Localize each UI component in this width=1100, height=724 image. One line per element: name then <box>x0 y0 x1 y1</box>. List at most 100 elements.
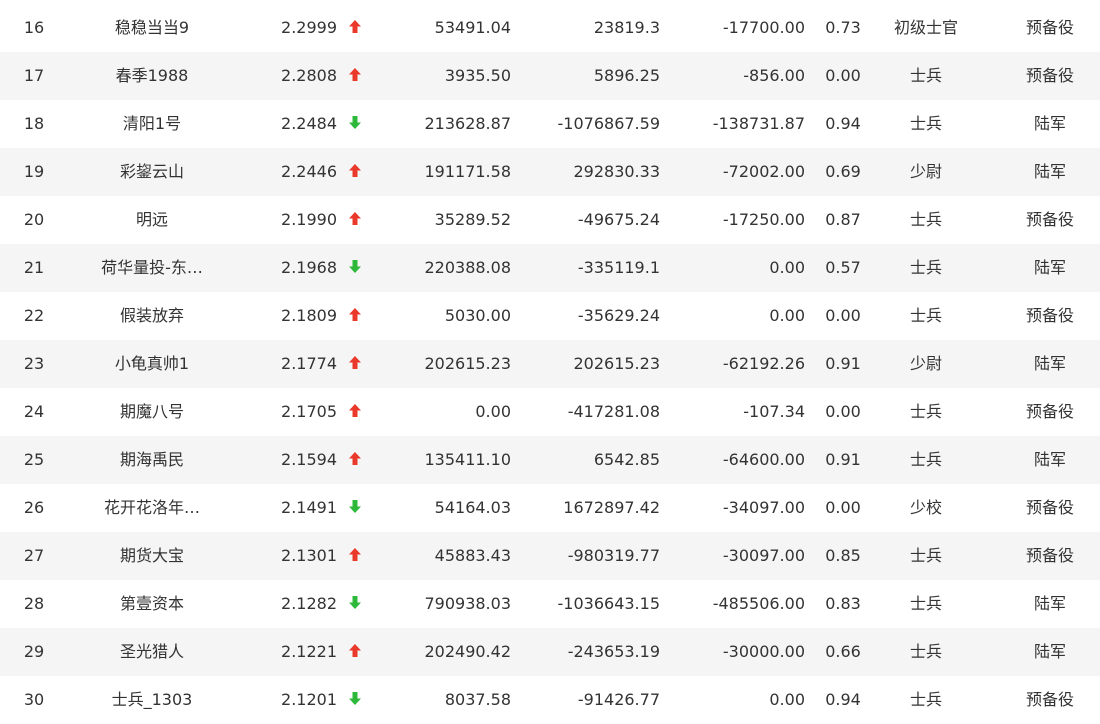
profit-value: -35629.24 <box>577 306 660 325</box>
table-row[interactable]: 27 期货大宝 2.1301 45883.43 -980319.77 -30097.00 0… <box>0 532 1100 580</box>
table-row[interactable]: 29 圣光猎人 2.1221 202490.42 -243653.19 -30000.00… <box>0 628 1100 676</box>
table-row[interactable]: 26 花开花洛年… 2.1491 54164.03 1672897.42 -34097.0… <box>0 484 1100 532</box>
trader-name[interactable]: 圣光猎人 <box>60 628 244 676</box>
drawdown-value: 0.00 <box>769 258 805 277</box>
profit-value: 1672897.42 <box>563 498 660 517</box>
military-rank: 士兵 <box>909 66 942 85</box>
rank-cell: 16 <box>23 18 45 37</box>
table-row[interactable]: 25 期海禹民 2.1594 135411.10 6542.85 -64600.00 0.9… <box>0 436 1100 484</box>
drawdown-value: 0.00 <box>769 306 805 325</box>
rank-cell: 24 <box>23 402 45 421</box>
service-branch: 陆军 <box>1033 162 1066 181</box>
rank-cell: 29 <box>23 642 45 661</box>
ratio-value: 0.94 <box>825 690 861 709</box>
ratio-value: 0.85 <box>825 546 861 565</box>
rank-cell: 28 <box>23 594 45 613</box>
table-row[interactable]: 19 彩鋆云山 2.2446 191171.58 292830.33 -72002.00 0… <box>0 148 1100 196</box>
table-row[interactable]: 30 士兵_1303 2.1201 8037.58 -91426.77 0.00 0.94 士… <box>0 676 1100 724</box>
military-rank: 士兵 <box>909 258 942 277</box>
equity-value: 35289.52 <box>434 210 511 229</box>
table-row[interactable]: 21 荷华量投-东… 2.1968 220388.08 -335119.1 0.00 0.5… <box>0 244 1100 292</box>
table-row[interactable]: 24 期魔八号 2.1705 0.00 -417281.08 -107.34 0.00 士兵 预… <box>0 388 1100 436</box>
table-row[interactable]: 20 明远 2.1990 35289.52 -49675.24 -17250.00 0.87… <box>0 196 1100 244</box>
service-branch: 预备役 <box>1025 498 1074 517</box>
score-value: 2.1809 <box>281 306 337 325</box>
drawdown-value: -138731.87 <box>712 114 805 133</box>
drawdown-value: -72002.00 <box>722 162 805 181</box>
military-rank: 士兵 <box>909 690 942 709</box>
trader-name[interactable]: 第壹资本 <box>60 580 244 628</box>
military-rank: 士兵 <box>909 402 942 421</box>
trader-name[interactable]: 春季1988 <box>60 52 244 100</box>
ratio-value: 0.69 <box>825 162 861 181</box>
drawdown-value: -62192.26 <box>722 354 805 373</box>
trader-name[interactable]: 期海禹民 <box>60 436 244 484</box>
profit-value: 5896.25 <box>593 66 660 85</box>
military-rank: 士兵 <box>909 450 942 469</box>
table-row[interactable]: 28 第壹资本 2.1282 790938.03 -1036643.15 -485506.… <box>0 580 1100 628</box>
trader-name[interactable]: 期货大宝 <box>60 532 244 580</box>
score-value: 2.1282 <box>281 594 337 613</box>
service-branch: 陆军 <box>1033 258 1066 277</box>
trader-name[interactable]: 稳稳当当9 <box>60 4 244 52</box>
score-value: 2.1774 <box>281 354 337 373</box>
drawdown-value: -17250.00 <box>722 210 805 229</box>
military-rank: 士兵 <box>909 594 942 613</box>
table-row[interactable]: 18 清阳1号 2.2484 213628.87 -1076867.59 -138731.… <box>0 100 1100 148</box>
rank-cell: 20 <box>23 210 45 229</box>
ratio-value: 0.83 <box>825 594 861 613</box>
military-rank: 少尉 <box>909 162 942 181</box>
profit-value: 202615.23 <box>573 354 660 373</box>
trader-name[interactable]: 荷华量投-东… <box>60 244 244 292</box>
trader-name[interactable]: 清阳1号 <box>60 100 244 148</box>
trader-name[interactable]: 小龟真帅1 <box>60 340 244 388</box>
equity-value: 0.00 <box>475 402 511 421</box>
equity-value: 3935.50 <box>444 66 511 85</box>
table-row[interactable]: 23 小龟真帅1 2.1774 202615.23 202615.23 -62192.26… <box>0 340 1100 388</box>
trader-name[interactable]: 花开花洛年… <box>60 484 244 532</box>
service-branch: 预备役 <box>1025 210 1074 229</box>
ratio-value: 0.91 <box>825 450 861 469</box>
score-value: 2.1990 <box>281 210 337 229</box>
service-branch: 预备役 <box>1025 18 1074 37</box>
trader-name[interactable]: 士兵_1303 <box>60 676 244 724</box>
score-value: 2.2808 <box>281 66 337 85</box>
trader-name[interactable]: 彩鋆云山 <box>60 148 244 196</box>
ratio-value: 0.00 <box>825 66 861 85</box>
score-value: 2.2484 <box>281 114 337 133</box>
rank-cell: 23 <box>23 354 45 373</box>
score-value: 2.1968 <box>281 258 337 277</box>
trader-name[interactable]: 期魔八号 <box>60 388 244 436</box>
trader-name[interactable]: 假装放弃 <box>60 292 244 340</box>
service-branch: 预备役 <box>1025 402 1074 421</box>
ratio-value: 0.00 <box>825 498 861 517</box>
arrow-up-icon <box>345 148 365 196</box>
score-value: 2.1491 <box>281 498 337 517</box>
arrow-up-icon <box>345 628 365 676</box>
arrow-up-icon <box>345 52 365 100</box>
equity-value: 135411.10 <box>424 450 511 469</box>
drawdown-value: -34097.00 <box>722 498 805 517</box>
score-value: 2.1201 <box>281 690 337 709</box>
drawdown-value: -30000.00 <box>722 642 805 661</box>
profit-value: -91426.77 <box>577 690 660 709</box>
score-value: 2.1221 <box>281 642 337 661</box>
service-branch: 陆军 <box>1033 450 1066 469</box>
profit-value: 23819.3 <box>593 18 660 37</box>
equity-value: 5030.00 <box>444 306 511 325</box>
rank-cell: 27 <box>23 546 45 565</box>
ratio-value: 0.94 <box>825 114 861 133</box>
drawdown-value: -64600.00 <box>722 450 805 469</box>
trader-name[interactable]: 明远 <box>60 196 244 244</box>
table-row[interactable]: 17 春季1988 2.2808 3935.50 5896.25 -856.00 0.00 士… <box>0 52 1100 100</box>
drawdown-value: -17700.00 <box>722 18 805 37</box>
service-branch: 预备役 <box>1025 306 1074 325</box>
rank-cell: 17 <box>23 66 45 85</box>
table-row[interactable]: 16 稳稳当当9 2.2999 53491.04 23819.3 -17700.00 0.7… <box>0 4 1100 52</box>
military-rank: 士兵 <box>909 642 942 661</box>
table-row[interactable]: 22 假装放弃 2.1809 5030.00 -35629.24 0.00 0.00 士兵 预备… <box>0 292 1100 340</box>
equity-value: 790938.03 <box>424 594 511 613</box>
profit-value: -243653.19 <box>567 642 660 661</box>
equity-value: 202615.23 <box>424 354 511 373</box>
arrow-up-icon <box>345 340 365 388</box>
